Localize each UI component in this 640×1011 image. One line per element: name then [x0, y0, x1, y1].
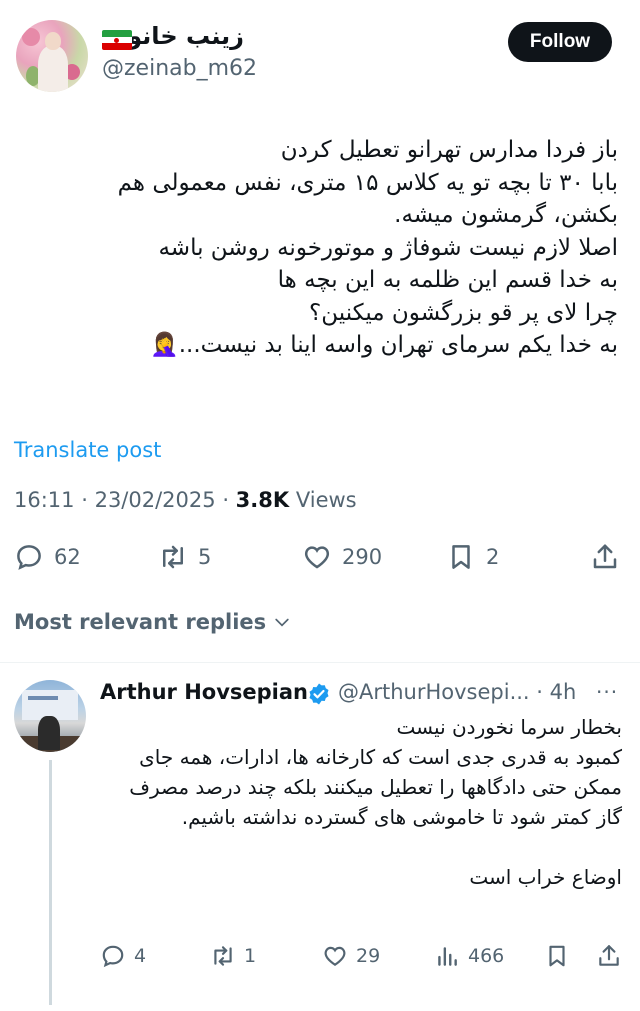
iran-flag-icon [102, 30, 132, 50]
repost-icon [214, 946, 232, 966]
share-button[interactable] [590, 540, 620, 574]
bookmark-icon [452, 545, 470, 569]
reply-text: بخطار سرما نخوردن نیست کمبود به قدری جدی… [129, 715, 622, 889]
reply-repost-count: 1 [244, 945, 257, 967]
reply-author-avatar[interactable] [14, 680, 86, 752]
translate-post-link[interactable]: Translate post [14, 438, 161, 462]
reply-reply-button[interactable]: 4 [100, 942, 146, 970]
author-handle[interactable]: @zeinab_m62 [102, 56, 257, 81]
reply-like-count: 29 [356, 945, 381, 967]
reply-author-handle-time: @ArthurHovsepi... · 4h [338, 680, 576, 704]
reply-like-button[interactable]: 29 [322, 942, 380, 970]
replies-sort-label: Most relevant replies [14, 610, 267, 634]
tweet-meta: 16:11 · 23/02/2025 · 3.8K Views [14, 488, 357, 512]
reply-repost-button[interactable]: 1 [210, 942, 256, 970]
reply-share-button[interactable] [596, 942, 622, 970]
reply-count: 62 [54, 545, 81, 569]
divider [0, 662, 640, 663]
reply-author-name[interactable]: Arthur Hovsepian [100, 680, 308, 704]
reply-views-button[interactable]: 466 [434, 942, 504, 970]
reply-reply-count: 4 [134, 945, 147, 967]
tweet-time[interactable]: 16:11 [14, 488, 75, 512]
reply-author-handle[interactable]: @ArthurHovsepi... [338, 680, 530, 704]
thread-line [49, 760, 52, 1005]
chevron-down-icon [275, 618, 289, 627]
repost-count: 5 [198, 545, 212, 569]
reply-icon [17, 545, 41, 570]
reply-views-count: 466 [468, 945, 505, 967]
like-button[interactable]: 290 [302, 540, 382, 574]
reply-icon [102, 945, 124, 968]
share-icon [593, 544, 617, 569]
verified-badge-icon [309, 683, 329, 705]
views-label: Views [295, 488, 357, 512]
heart-icon [324, 946, 346, 966]
heart-icon [304, 546, 330, 569]
author-avatar[interactable] [16, 20, 88, 92]
reply-bookmark-button[interactable] [544, 942, 570, 970]
bookmark-button[interactable]: 2 [446, 540, 499, 574]
repost-button[interactable]: 5 [158, 540, 211, 574]
like-count: 290 [342, 545, 383, 569]
reply-time[interactable]: · 4h [536, 680, 576, 704]
analytics-icon [438, 947, 457, 966]
share-icon [599, 945, 619, 966]
repost-icon [163, 545, 183, 569]
views-count: 3.8K [235, 488, 290, 512]
reply-button[interactable]: 62 [14, 540, 81, 574]
follow-button[interactable]: Follow [508, 22, 612, 62]
tweet-text: باز فردا مدارس تهرانو تعطیل کردن بابا ۳۰… [117, 137, 618, 358]
replies-sort-dropdown[interactable]: Most relevant replies [14, 610, 292, 634]
bookmark-icon [549, 945, 565, 967]
bookmark-count: 2 [486, 545, 500, 569]
tweet-date[interactable]: 23/02/2025 [95, 488, 216, 512]
more-options-icon[interactable]: ··· [596, 680, 618, 704]
